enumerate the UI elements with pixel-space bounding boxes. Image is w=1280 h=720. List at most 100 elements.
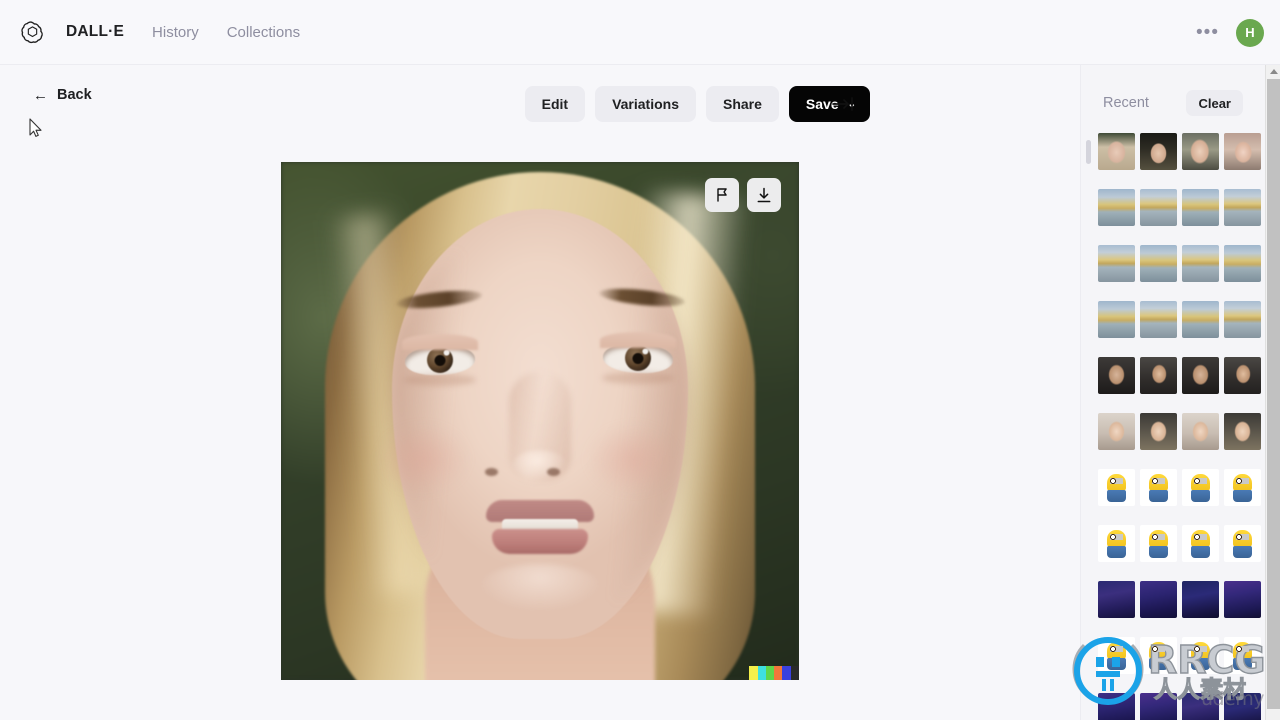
color-swatch-1 xyxy=(757,666,766,680)
thumbnail-blue-scene-8-0[interactable] xyxy=(1098,581,1135,618)
thumbnail-minion-9-1[interactable] xyxy=(1140,637,1177,674)
thumbnail-minion-9-3[interactable] xyxy=(1224,637,1261,674)
edit-button[interactable]: Edit xyxy=(524,86,586,122)
thumbnail-minion-6-2[interactable] xyxy=(1182,469,1219,506)
minion-eyes-icon xyxy=(1194,646,1207,652)
photo-pupil-right xyxy=(632,352,644,365)
portrait-photo xyxy=(281,162,799,680)
thumbnail-portrait-light-0-0[interactable] xyxy=(1098,133,1135,170)
image-canvas xyxy=(0,140,1080,720)
openai-logo-icon[interactable] xyxy=(16,16,48,48)
report-flag-icon[interactable] xyxy=(705,178,739,212)
thumbnail-minion-9-2[interactable] xyxy=(1182,637,1219,674)
thumbnail-portrait-blonde-5-2[interactable] xyxy=(1182,413,1219,450)
thumbnail-row xyxy=(1098,469,1261,506)
thumbnail-landscape-3-2[interactable] xyxy=(1182,301,1219,338)
thumbnail-minion-7-2[interactable] xyxy=(1182,525,1219,562)
thumbnail-minion-6-3[interactable] xyxy=(1224,469,1261,506)
thumbnail-minion-7-3[interactable] xyxy=(1224,525,1261,562)
thumbnail-landscape-1-3[interactable] xyxy=(1224,189,1261,226)
scrollbar-thumb[interactable] xyxy=(1267,79,1280,709)
photo-cheek-right xyxy=(587,424,679,494)
thumbnail-portrait-dark-4-1[interactable] xyxy=(1140,357,1177,394)
variations-button[interactable]: Variations xyxy=(595,86,696,122)
thumbnail-portrait-blonde-5-0[interactable] xyxy=(1098,413,1135,450)
photo-nostril-left xyxy=(485,468,498,476)
action-bar: ← Back Edit Variations Share Save ⌄ xyxy=(0,65,1080,140)
thumbnail-row xyxy=(1098,693,1261,720)
avatar[interactable]: H xyxy=(1236,18,1264,47)
thumbnail-minion-6-0[interactable] xyxy=(1098,469,1135,506)
photo-nostril-right xyxy=(547,468,560,476)
thumbnail-minion-6-1[interactable] xyxy=(1140,469,1177,506)
clear-button[interactable]: Clear xyxy=(1186,90,1243,116)
thumbnail-landscape-1-0[interactable] xyxy=(1098,189,1135,226)
collapse-sidebar-icon[interactable] xyxy=(832,95,854,113)
thumbnail-landscape-1-1[interactable] xyxy=(1140,189,1177,226)
thumbnail-row xyxy=(1098,133,1261,170)
thumbnail-portrait-dark-4-0[interactable] xyxy=(1098,357,1135,394)
thumbnail-blue-scene-8-1[interactable] xyxy=(1140,581,1177,618)
thumbnail-portrait-light-0-1[interactable] xyxy=(1140,133,1177,170)
minion-eyes-icon xyxy=(1194,534,1207,540)
minion-eyes-icon xyxy=(1236,478,1249,484)
thumbnail-portrait-dark-4-3[interactable] xyxy=(1224,357,1261,394)
nav-link-history[interactable]: History xyxy=(152,24,199,41)
sidebar-scroll-handle[interactable] xyxy=(1086,140,1091,164)
sidebar-title: Recent xyxy=(1103,95,1149,111)
thumbnail-row xyxy=(1098,525,1261,562)
thumbnail-landscape-2-3[interactable] xyxy=(1224,245,1261,282)
photo-mouth xyxy=(486,500,594,556)
thumbnail-blue-scene-8-2[interactable] xyxy=(1182,581,1219,618)
ellipsis-icon[interactable]: ••• xyxy=(1193,23,1222,42)
thumbnail-portrait-blonde-5-3[interactable] xyxy=(1224,413,1261,450)
photo-eyelid-right xyxy=(600,332,676,348)
photo-cheek-left xyxy=(377,424,469,494)
save-button[interactable]: Save ⌄ xyxy=(788,86,870,122)
thumbnail-row xyxy=(1098,413,1261,450)
thumbnail-blue-scene-10-3[interactable] xyxy=(1224,693,1261,720)
thumbnail-blue-scene-10-1[interactable] xyxy=(1140,693,1177,720)
recent-thumbnail-grid xyxy=(1098,133,1261,720)
thumbnail-landscape-3-1[interactable] xyxy=(1140,301,1177,338)
brand-title: DALL·E xyxy=(66,23,125,40)
thumbnail-portrait-light-0-2[interactable] xyxy=(1182,133,1219,170)
thumbnail-blue-scene-10-0[interactable] xyxy=(1098,693,1135,720)
browser-scrollbar[interactable] xyxy=(1265,65,1280,720)
thumbnail-portrait-dark-4-2[interactable] xyxy=(1182,357,1219,394)
scroll-up-arrow-icon[interactable] xyxy=(1266,65,1280,78)
thumbnail-minion-7-1[interactable] xyxy=(1140,525,1177,562)
color-swatch-0 xyxy=(749,666,758,680)
action-button-group: Edit Variations Share Save ⌄ xyxy=(524,86,870,122)
thumbnail-blue-scene-10-2[interactable] xyxy=(1182,693,1219,720)
thumbnail-row xyxy=(1098,189,1261,226)
thumbnail-row xyxy=(1098,637,1261,674)
photo-lower-lip xyxy=(492,529,588,554)
thumbnail-landscape-2-1[interactable] xyxy=(1140,245,1177,282)
back-button[interactable]: ← Back xyxy=(33,87,92,103)
color-swatch-3 xyxy=(774,666,783,680)
thumbnail-minion-9-0[interactable] xyxy=(1098,637,1135,674)
photo-nose-tip xyxy=(513,450,567,480)
back-button-label: Back xyxy=(57,87,92,103)
back-arrow-icon: ← xyxy=(33,86,48,104)
thumbnail-landscape-3-3[interactable] xyxy=(1224,301,1261,338)
thumbnail-minion-7-0[interactable] xyxy=(1098,525,1135,562)
download-icon[interactable] xyxy=(747,178,781,212)
thumbnail-blue-scene-8-3[interactable] xyxy=(1224,581,1261,618)
photo-iris-left xyxy=(426,346,454,374)
thumbnail-portrait-light-0-3[interactable] xyxy=(1224,133,1261,170)
minion-eyes-icon xyxy=(1236,646,1249,652)
generated-image[interactable] xyxy=(281,162,799,680)
thumbnail-landscape-1-2[interactable] xyxy=(1182,189,1219,226)
thumbnail-landscape-3-0[interactable] xyxy=(1098,301,1135,338)
minion-eyes-icon xyxy=(1236,534,1249,540)
thumbnail-portrait-blonde-5-1[interactable] xyxy=(1140,413,1177,450)
image-tool-group xyxy=(705,178,781,212)
photo-undereye-left xyxy=(404,374,476,386)
thumbnail-landscape-2-2[interactable] xyxy=(1182,245,1219,282)
nav-link-collections[interactable]: Collections xyxy=(227,24,300,41)
share-button[interactable]: Share xyxy=(705,86,779,122)
thumbnail-row xyxy=(1098,301,1261,338)
thumbnail-landscape-2-0[interactable] xyxy=(1098,245,1135,282)
